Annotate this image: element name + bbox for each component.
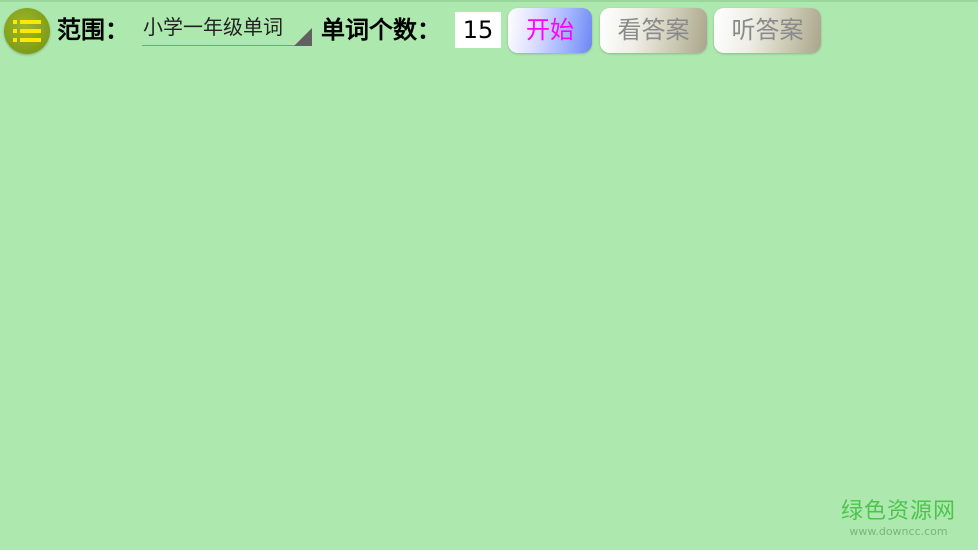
menu-list-icon: [13, 20, 41, 42]
watermark-title: 绿色资源网: [840, 499, 956, 524]
range-label: 范围：: [57, 16, 129, 44]
range-dropdown-value: 小学一年级单词: [143, 15, 283, 39]
dropdown-corner-arrow-icon: [294, 28, 312, 46]
menu-button[interactable]: [4, 8, 50, 54]
watermark-url: www.downcc.com: [849, 525, 948, 538]
word-count-input[interactable]: [455, 12, 501, 48]
start-button[interactable]: 开始: [508, 8, 592, 53]
watermark: 绿色资源网 www.downcc.com: [841, 499, 956, 538]
toolbar: 范围： 小学一年级单词 单词个数： 开始 看答案 听答案: [0, 0, 978, 60]
word-count-label: 单词个数：: [321, 16, 441, 44]
range-dropdown[interactable]: 小学一年级单词: [142, 10, 312, 46]
listen-answer-button[interactable]: 听答案: [714, 8, 821, 53]
range-dropdown-underline: [142, 45, 312, 46]
show-answer-button[interactable]: 看答案: [600, 8, 707, 53]
